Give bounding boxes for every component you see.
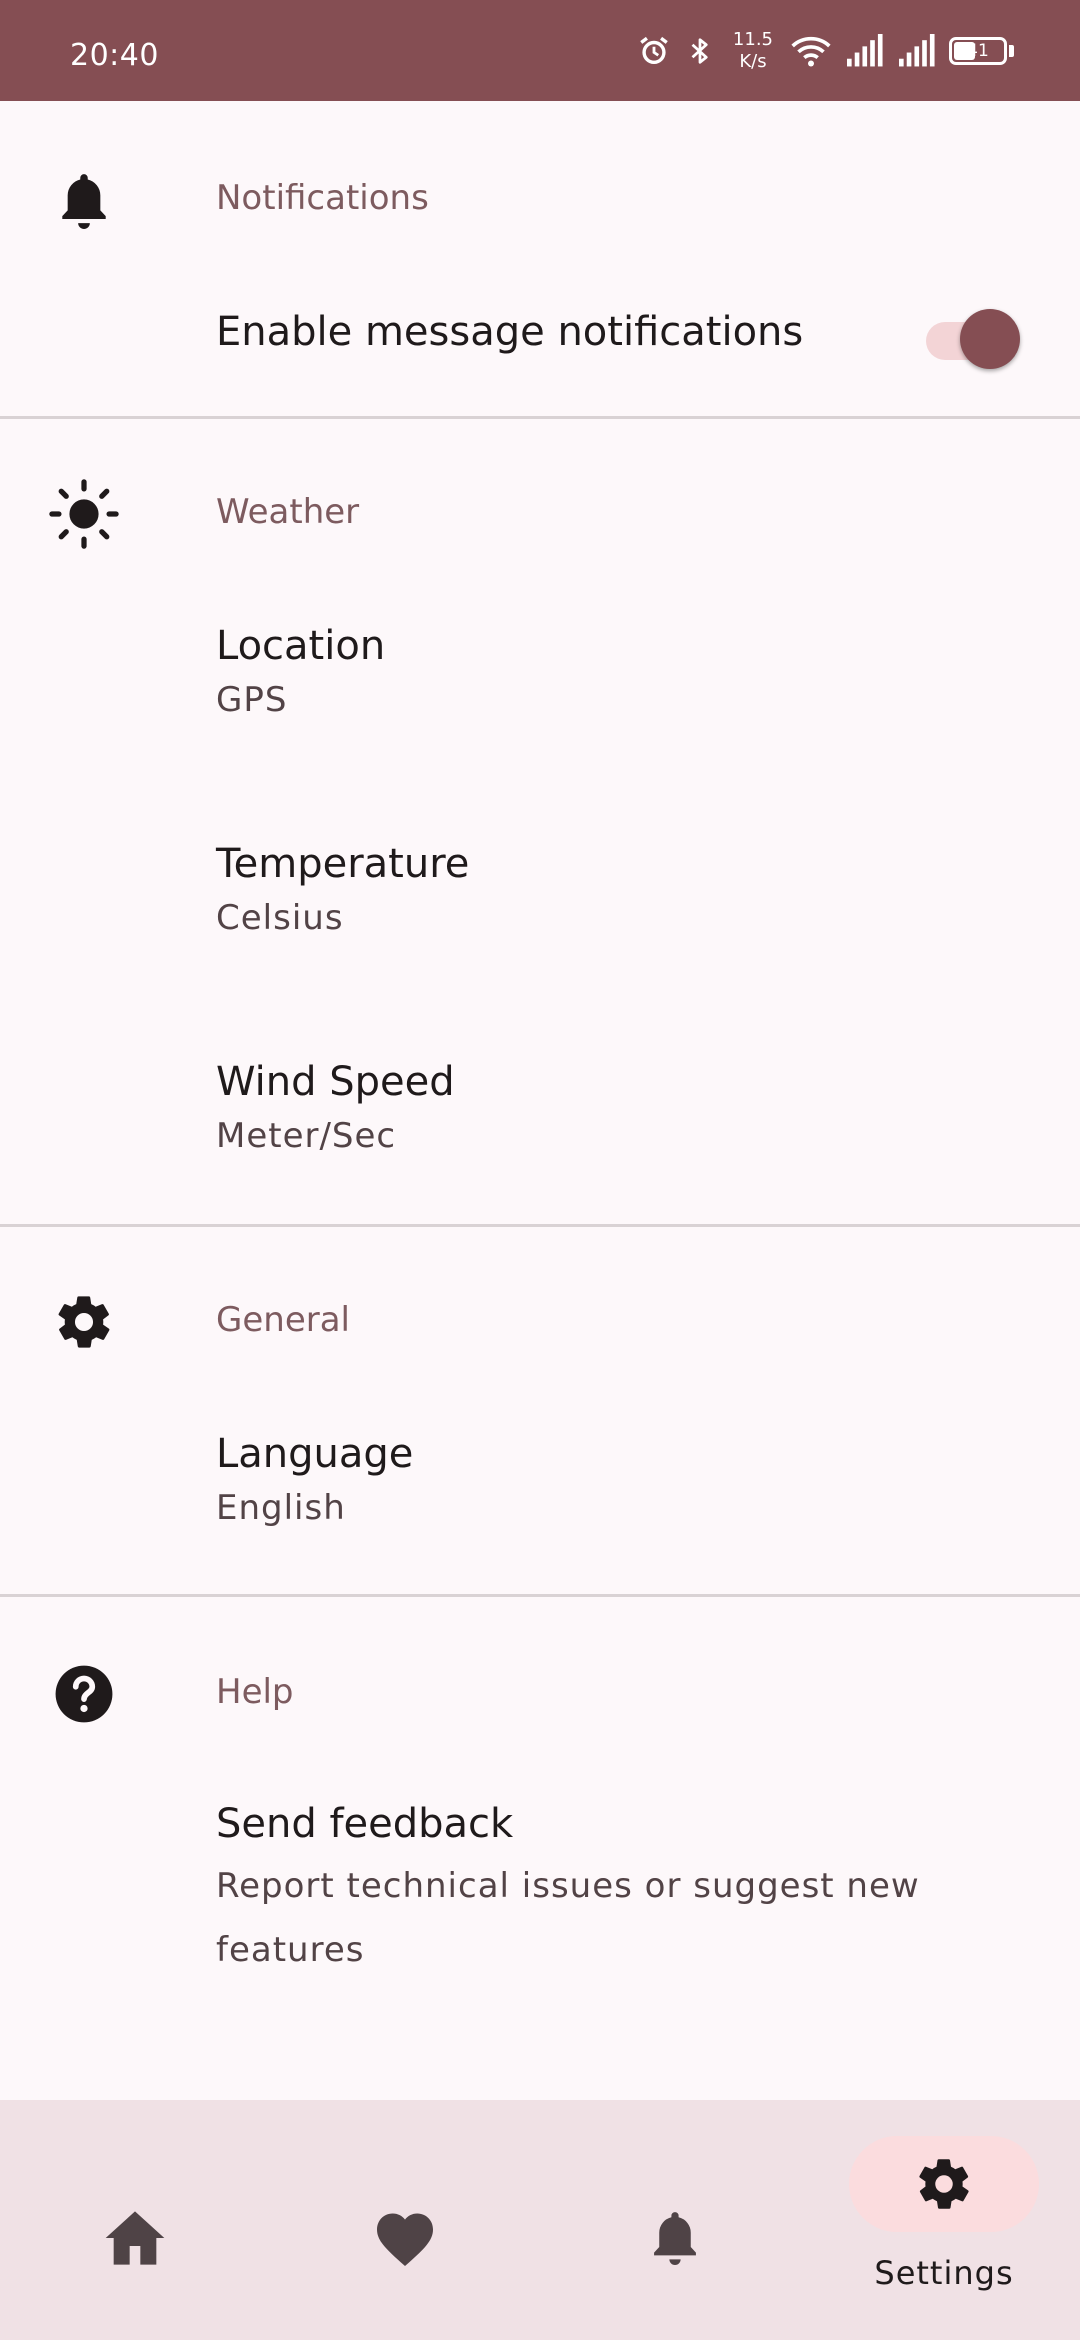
bell-icon — [48, 165, 120, 237]
location-value: GPS — [216, 680, 288, 720]
help-icon — [48, 1658, 120, 1730]
status-bar: 20:40 11.5 K/s 41 — [0, 0, 1080, 101]
wind-speed-value: Meter/Sec — [216, 1116, 397, 1156]
temperature-title: Temperature — [216, 841, 470, 887]
language-value: English — [216, 1488, 346, 1528]
battery-level: 41 — [967, 41, 989, 61]
message-notifications-toggle[interactable] — [924, 305, 1020, 369]
nav-settings[interactable]: Settings — [849, 2136, 1039, 2292]
nav-favorites[interactable] — [310, 2190, 500, 2286]
network-speed-value: 11.5 — [732, 29, 773, 50]
nav-home[interactable] — [40, 2190, 230, 2286]
send-feedback-description-line2: features — [216, 1930, 365, 1970]
wifi-icon — [791, 34, 831, 68]
wind-speed-setting[interactable]: Wind Speed Meter/Sec — [216, 1056, 1040, 1158]
status-time: 20:40 — [70, 38, 159, 73]
home-icon — [40, 2190, 230, 2286]
location-setting[interactable]: Location GPS — [216, 620, 1040, 722]
alarm-icon — [637, 34, 671, 68]
help-header: Help — [216, 1672, 294, 1712]
language-title: Language — [216, 1431, 414, 1477]
bell-icon — [580, 2190, 770, 2286]
location-title: Location — [216, 623, 386, 669]
nav-notifications[interactable] — [580, 2190, 770, 2286]
nav-settings-label: Settings — [874, 2254, 1014, 2292]
notifications-header: Notifications — [216, 178, 429, 218]
language-setting[interactable]: Language English — [216, 1428, 1040, 1530]
gear-icon — [849, 2136, 1039, 2232]
sun-icon — [48, 478, 120, 550]
signal-icon — [897, 34, 935, 68]
heart-icon — [310, 2190, 500, 2286]
gear-icon — [48, 1286, 120, 1358]
weather-header: Weather — [216, 492, 360, 532]
send-feedback-description-line1: Report technical issues or suggest new — [216, 1866, 920, 1906]
network-speed: 11.5 K/s — [733, 29, 773, 73]
battery-icon: 41 — [949, 37, 1007, 65]
send-feedback-title: Send feedback — [216, 1801, 514, 1847]
temperature-value: Celsius — [216, 898, 344, 938]
enable-message-notifications-row[interactable]: Enable message notifications — [216, 306, 1040, 358]
divider — [0, 416, 1080, 419]
general-header: General — [216, 1300, 350, 1340]
bluetooth-icon — [685, 33, 715, 69]
divider — [0, 1594, 1080, 1597]
enable-message-notifications-label: Enable message notifications — [216, 309, 804, 355]
wind-speed-title: Wind Speed — [216, 1059, 455, 1105]
status-icons: 11.5 K/s 41 — [637, 28, 1014, 74]
network-speed-unit: K/s — [739, 51, 767, 72]
bottom-navigation: Settings — [0, 2100, 1080, 2340]
divider — [0, 1224, 1080, 1227]
signal-icon — [845, 34, 883, 68]
send-feedback-setting[interactable]: Send feedback Report technical issues or… — [216, 1798, 1040, 1982]
temperature-setting[interactable]: Temperature Celsius — [216, 838, 1040, 940]
